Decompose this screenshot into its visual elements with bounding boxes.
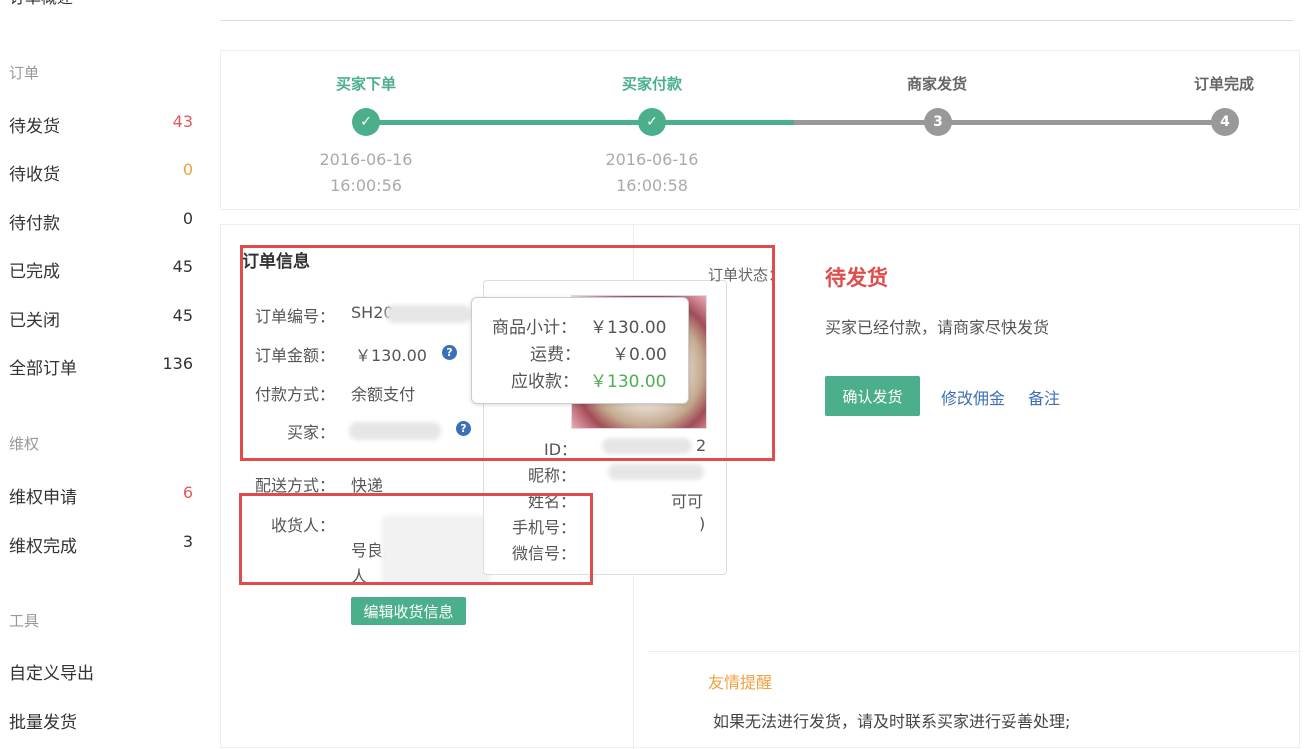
sidebar-item-count: 0	[182, 209, 193, 228]
sidebar-item-label: 待收货	[9, 165, 60, 185]
confirm-ship-button[interactable]: 确认发货	[825, 376, 920, 416]
sidebar-item-count: 43	[172, 112, 193, 131]
highlight-box	[240, 245, 775, 461]
sidebar-group-tools: 工具	[9, 612, 40, 630]
order-status-value: 待发货	[825, 266, 888, 290]
note-link[interactable]: 备注	[1028, 385, 1060, 409]
sidebar-item-count: 0	[182, 160, 193, 179]
highlight-box	[239, 493, 593, 585]
edit-receiver-button[interactable]: 编辑收货信息	[351, 597, 466, 625]
sidebar-item-label: 已完成	[9, 262, 60, 282]
popover-name-value: 可可	[671, 492, 704, 511]
sidebar-item-label: 维权申请	[9, 488, 77, 508]
progress-bar-done	[366, 120, 794, 125]
sidebar-item-pending-ship[interactable]: 待发货 43	[9, 112, 193, 137]
step-number-4: 4	[1211, 108, 1239, 136]
sidebar-item-label: 待发货	[9, 117, 60, 137]
sidebar-item-count: 45	[172, 257, 193, 276]
check-icon: ✓	[638, 108, 666, 136]
sidebar-item-pending-pay[interactable]: 待付款 0	[9, 209, 193, 234]
popover-phone-value: )	[699, 514, 706, 533]
step-date-pay: 2016-06-16 16:00:58	[605, 150, 699, 195]
popover-nickname-label: 昵称：	[528, 466, 577, 485]
progress-bar-pending	[794, 120, 1226, 125]
sidebar-item-count: 136	[162, 354, 193, 373]
sidebar-item-label: 已关闭	[9, 311, 60, 331]
reminder-text: 如果无法进行发货，请及时联系买家进行妥善处理;	[713, 712, 1071, 731]
sidebar-item-batch-ship[interactable]: 批量发货	[9, 708, 193, 733]
sidebar-item-count: 6	[182, 483, 193, 502]
sidebar-item-custom-export[interactable]: 自定义导出	[9, 659, 193, 684]
step-label-order: 买家下单	[335, 75, 396, 93]
order-panel: 订单信息 订单编号： SH20 订单金额： ￥130.00 ? 付款方式： 余额…	[220, 224, 1301, 749]
sidebar-item-count: 45	[172, 306, 193, 325]
sidebar-item-count: 3	[182, 532, 193, 551]
sidebar-item-label: 自定义导出	[9, 664, 94, 684]
step-number-3: 3	[924, 108, 952, 136]
sidebar-item-label: 维权完成	[9, 537, 77, 557]
order-progress: 买家下单 ✓ 2016-06-16 16:00:56 买家付款 ✓ 2016-06…	[220, 50, 1300, 210]
reminder-title: 友情提醒	[708, 673, 773, 692]
sidebar-item-rights-apply[interactable]: 维权申请 6	[9, 483, 193, 508]
sidebar-item-label: 待付款	[9, 214, 60, 234]
check-icon: ✓	[352, 108, 380, 136]
modify-commission-link[interactable]: 修改佣金	[941, 385, 1005, 409]
step-date-order: 2016-06-16 16:00:56	[319, 150, 413, 195]
sidebar-group-rights: 维权	[9, 435, 40, 453]
step-label-pay: 买家付款	[621, 75, 682, 93]
sidebar-item-all-orders[interactable]: 全部订单 136	[9, 354, 193, 379]
sidebar-item-overview[interactable]: 订单概述	[9, 0, 73, 8]
sidebar-group-orders: 订单	[9, 64, 40, 82]
divider	[220, 20, 1294, 21]
main-content: 买家下单 ✓ 2016-06-16 16:00:56 买家付款 ✓ 2016-06…	[220, 0, 1306, 749]
step-label-complete: 订单完成	[1193, 75, 1254, 93]
sidebar-item-pending-receive[interactable]: 待收货 0	[9, 160, 193, 185]
step-label-ship: 商家发货	[906, 75, 967, 93]
sidebar-item-label: 批量发货	[9, 713, 77, 733]
sidebar-item-closed[interactable]: 已关闭 45	[9, 306, 193, 331]
order-status-desc: 买家已经付款，请商家尽快发货	[825, 318, 1050, 337]
sidebar-item-rights-done[interactable]: 维权完成 3	[9, 532, 193, 557]
sidebar-item-label: 全部订单	[9, 359, 77, 379]
redacted-area	[608, 464, 704, 480]
divider	[648, 651, 1301, 652]
sidebar: 订单概述 订单 待发货 43 待收货 0 待付款 0 已完成 45 已关闭 45…	[0, 0, 205, 748]
sidebar-item-completed[interactable]: 已完成 45	[9, 257, 193, 282]
